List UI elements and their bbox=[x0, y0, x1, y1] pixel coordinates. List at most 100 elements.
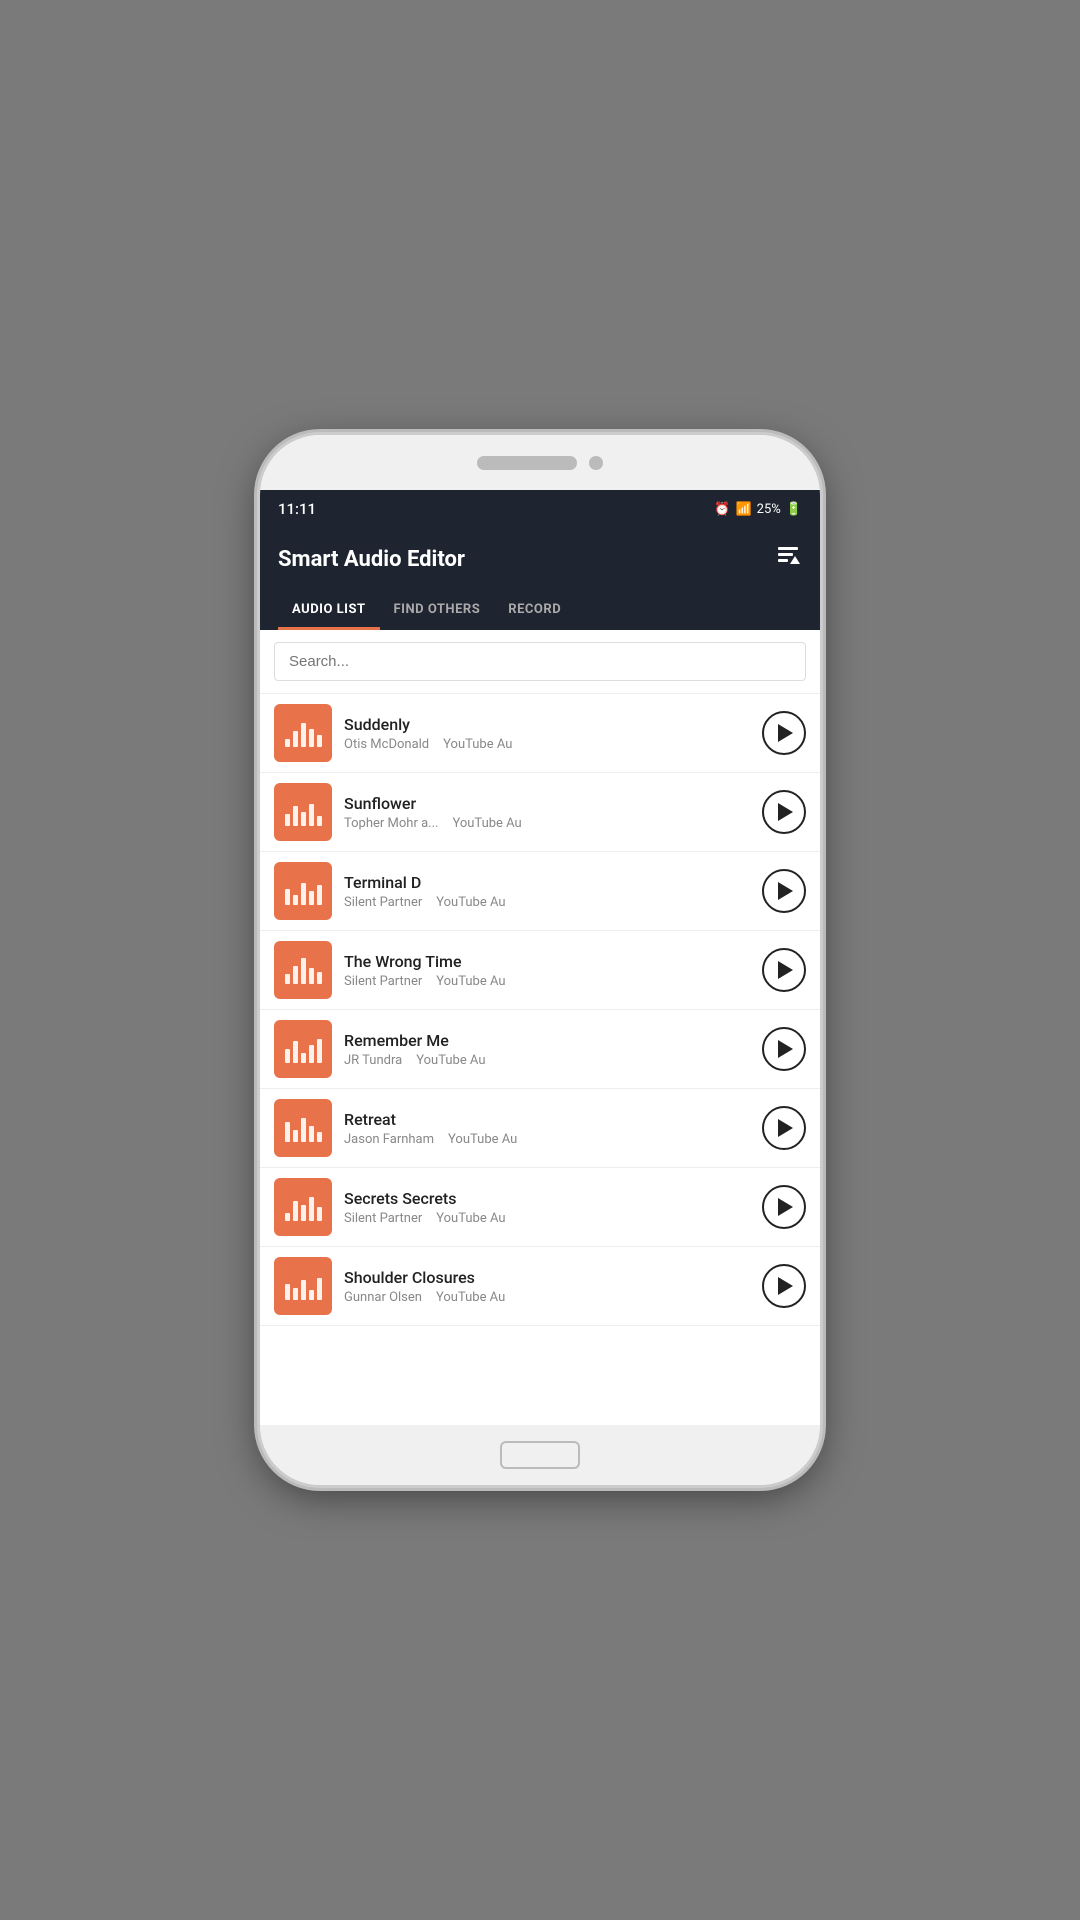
audio-title: Secrets Secrets bbox=[344, 1189, 750, 1208]
signal-icon: 📶 bbox=[735, 502, 751, 517]
audio-info: Sunflower Topher Mohr a... YouTube Au bbox=[344, 794, 750, 831]
bar bbox=[293, 895, 298, 905]
audio-info: Secrets Secrets Silent Partner YouTube A… bbox=[344, 1189, 750, 1226]
play-button[interactable] bbox=[762, 1106, 806, 1150]
bar-chart-icon bbox=[285, 1035, 322, 1063]
tab-record[interactable]: RECORD bbox=[494, 592, 575, 630]
audio-item[interactable]: Remember Me JR Tundra YouTube Au bbox=[260, 1010, 820, 1089]
audio-info: Suddenly Otis McDonald YouTube Au bbox=[344, 715, 750, 752]
play-triangle-icon bbox=[778, 882, 793, 900]
bar bbox=[301, 1280, 306, 1300]
audio-meta: Topher Mohr a... YouTube Au bbox=[344, 816, 750, 831]
bar bbox=[309, 729, 314, 747]
bar bbox=[285, 739, 290, 747]
audio-artist: Silent Partner bbox=[344, 895, 422, 910]
bar bbox=[285, 1213, 290, 1221]
tab-find-others[interactable]: FIND OTHERS bbox=[380, 592, 495, 630]
audio-source: YouTube Au bbox=[436, 974, 505, 989]
bar-chart-icon bbox=[285, 1114, 322, 1142]
audio-artist: Jason Farnham bbox=[344, 1132, 434, 1147]
audio-thumbnail bbox=[274, 704, 332, 762]
play-button[interactable] bbox=[762, 948, 806, 992]
bar bbox=[301, 883, 306, 905]
bar bbox=[317, 816, 322, 826]
audio-artist: Otis McDonald bbox=[344, 737, 429, 752]
audio-item[interactable]: Shoulder Closures Gunnar Olsen YouTube A… bbox=[260, 1247, 820, 1326]
phone-screen: 11:11 ⏰ 📶 25% 🔋 Smart Audio Editor bbox=[260, 490, 820, 1425]
bar bbox=[293, 1130, 298, 1142]
audio-meta: JR Tundra YouTube Au bbox=[344, 1053, 750, 1068]
bar bbox=[317, 885, 322, 905]
audio-thumbnail bbox=[274, 1257, 332, 1315]
play-button[interactable] bbox=[762, 1027, 806, 1071]
audio-source: YouTube Au bbox=[436, 895, 505, 910]
bar bbox=[309, 1197, 314, 1221]
status-time: 11:11 bbox=[278, 500, 316, 518]
phone-bottom-bar bbox=[260, 1425, 820, 1485]
play-button[interactable] bbox=[762, 1185, 806, 1229]
audio-thumbnail bbox=[274, 1099, 332, 1157]
app-header: Smart Audio Editor AUDIO LIST FIND OTHER… bbox=[260, 528, 820, 630]
bar bbox=[301, 812, 306, 826]
bar-chart-icon bbox=[285, 956, 322, 984]
audio-meta: Otis McDonald YouTube Au bbox=[344, 737, 750, 752]
bar bbox=[309, 1126, 314, 1142]
audio-meta: Gunnar Olsen YouTube Au bbox=[344, 1290, 750, 1305]
audio-thumbnail bbox=[274, 1178, 332, 1236]
audio-thumbnail bbox=[274, 941, 332, 999]
bar bbox=[309, 1045, 314, 1063]
audio-source: YouTube Au bbox=[436, 1211, 505, 1226]
battery-percent: 25% bbox=[757, 502, 781, 517]
audio-title: Shoulder Closures bbox=[344, 1268, 750, 1287]
tab-audio-list[interactable]: AUDIO LIST bbox=[278, 592, 380, 630]
search-input[interactable] bbox=[274, 642, 806, 681]
phone-top-bar bbox=[260, 435, 820, 490]
play-triangle-icon bbox=[778, 1198, 793, 1216]
bar bbox=[317, 735, 322, 747]
audio-title: Terminal D bbox=[344, 873, 750, 892]
audio-item[interactable]: Suddenly Otis McDonald YouTube Au bbox=[260, 694, 820, 773]
audio-source: YouTube Au bbox=[452, 816, 521, 831]
bar bbox=[293, 1201, 298, 1221]
bar-chart-icon bbox=[285, 1193, 322, 1221]
sort-icon[interactable] bbox=[774, 542, 802, 576]
audio-item[interactable]: Sunflower Topher Mohr a... YouTube Au bbox=[260, 773, 820, 852]
audio-thumbnail bbox=[274, 862, 332, 920]
play-triangle-icon bbox=[778, 1119, 793, 1137]
alarm-icon: ⏰ bbox=[714, 502, 730, 517]
play-triangle-icon bbox=[778, 1040, 793, 1058]
bar bbox=[301, 1118, 306, 1142]
audio-title: Remember Me bbox=[344, 1031, 750, 1050]
audio-info: Shoulder Closures Gunnar Olsen YouTube A… bbox=[344, 1268, 750, 1305]
audio-list: Suddenly Otis McDonald YouTube Au Sunflo… bbox=[260, 694, 820, 1425]
bar bbox=[285, 1122, 290, 1142]
bar bbox=[293, 806, 298, 826]
bar bbox=[317, 972, 322, 984]
play-button[interactable] bbox=[762, 1264, 806, 1308]
bar bbox=[309, 1290, 314, 1300]
bar bbox=[317, 1207, 322, 1221]
play-triangle-icon bbox=[778, 724, 793, 742]
audio-meta: Jason Farnham YouTube Au bbox=[344, 1132, 750, 1147]
play-button[interactable] bbox=[762, 711, 806, 755]
app-title-row: Smart Audio Editor bbox=[278, 542, 802, 576]
bar-chart-icon bbox=[285, 1272, 322, 1300]
audio-item[interactable]: Secrets Secrets Silent Partner YouTube A… bbox=[260, 1168, 820, 1247]
bar bbox=[301, 723, 306, 747]
audio-artist: JR Tundra bbox=[344, 1053, 402, 1068]
audio-item[interactable]: The Wrong Time Silent Partner YouTube Au bbox=[260, 931, 820, 1010]
audio-item[interactable]: Terminal D Silent Partner YouTube Au bbox=[260, 852, 820, 931]
play-triangle-icon bbox=[778, 961, 793, 979]
battery-icon: 🔋 bbox=[786, 502, 802, 517]
app-title: Smart Audio Editor bbox=[278, 547, 465, 572]
home-button[interactable] bbox=[500, 1441, 580, 1469]
phone-camera bbox=[589, 456, 603, 470]
tabs: AUDIO LIST FIND OTHERS RECORD bbox=[278, 592, 802, 630]
play-button[interactable] bbox=[762, 790, 806, 834]
bar bbox=[285, 1284, 290, 1300]
audio-item[interactable]: Retreat Jason Farnham YouTube Au bbox=[260, 1089, 820, 1168]
play-button[interactable] bbox=[762, 869, 806, 913]
bar bbox=[309, 968, 314, 984]
bar bbox=[285, 974, 290, 984]
bar bbox=[309, 804, 314, 826]
